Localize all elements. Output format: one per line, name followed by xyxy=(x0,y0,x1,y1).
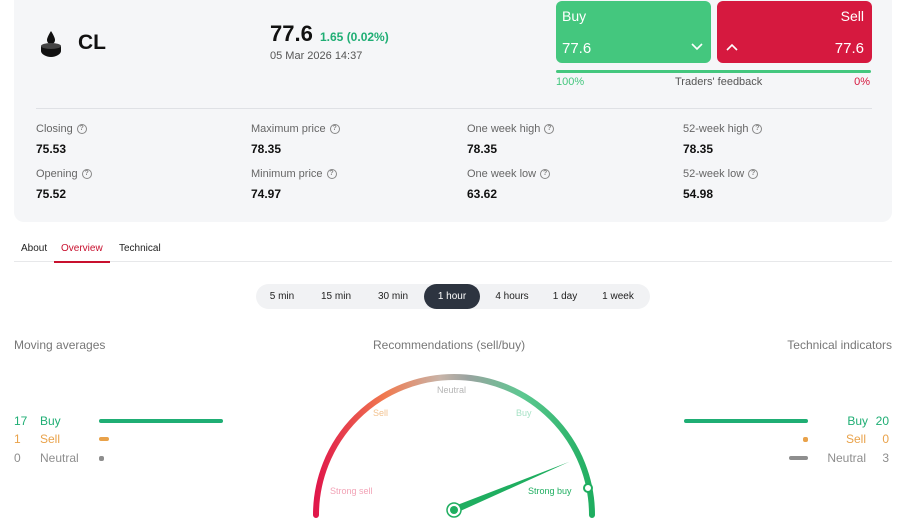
stat-closing: Closing? 75.53 xyxy=(36,123,236,156)
timeframe-30-min[interactable]: 30 min xyxy=(368,284,418,309)
stat-value: 78.35 xyxy=(683,142,714,156)
timeframe-selector: 5 min 15 min 30 min 1 hour 4 hours 1 day… xyxy=(256,284,650,309)
ti-buy-bar xyxy=(684,419,808,423)
info-icon[interactable]: ? xyxy=(748,169,759,179)
ma-neutral-bar xyxy=(99,456,104,461)
gauge-label-buy: Buy xyxy=(516,408,532,418)
buy-price: 77.6 xyxy=(562,40,592,57)
tab-overview[interactable]: Overview xyxy=(54,243,110,263)
stat-one-week-low: One week low? 63.62 xyxy=(467,168,667,201)
info-icon[interactable]: ? xyxy=(752,124,763,134)
chevron-down-icon xyxy=(691,43,703,51)
moving-averages-title: Moving averages xyxy=(14,338,106,352)
symbol-name: CL xyxy=(78,31,106,54)
gauge-pivot-center xyxy=(450,506,458,514)
recommendations-title: Recommendations (sell/buy) xyxy=(373,338,526,352)
tab-technical[interactable]: Technical xyxy=(112,243,168,261)
stat-label: One week low xyxy=(467,168,537,180)
ti-buy-label: Buy xyxy=(847,414,868,428)
traders-feedback-bar xyxy=(556,70,871,73)
stat-52-week-low: 52-week low? 54.98 xyxy=(683,168,883,201)
ma-buy-label: Buy xyxy=(40,414,61,428)
feedback-label: Traders' feedback xyxy=(675,76,763,88)
sell-button[interactable]: Sell 77.6 xyxy=(717,1,872,63)
stat-one-week-high: One week high? 78.35 xyxy=(467,123,667,156)
feedback-buy-percent: 100% xyxy=(556,76,585,88)
ma-buy-bar xyxy=(99,419,223,423)
traders-feedback-buy-fill xyxy=(556,70,871,73)
sell-price: 77.6 xyxy=(834,40,864,57)
ma-neutral-label: Neutral xyxy=(40,451,79,465)
stat-value: 63.62 xyxy=(467,187,498,201)
stat-maximum-price: Maximum price? 78.35 xyxy=(251,123,451,156)
buy-button[interactable]: Buy 77.6 xyxy=(556,1,711,63)
gauge-label-strong-buy: Strong buy xyxy=(528,486,572,496)
stat-52-week-high: 52-week high? 78.35 xyxy=(683,123,883,156)
stat-value: 78.35 xyxy=(251,142,282,156)
ma-sell-label: Sell xyxy=(40,432,61,446)
current-price: 77.6 xyxy=(270,21,313,46)
stat-label: Minimum price xyxy=(251,168,323,180)
ti-sell-bar xyxy=(803,437,808,442)
stat-value: 74.97 xyxy=(251,187,282,201)
ti-neutral-bar xyxy=(789,456,808,460)
gauge-end-marker xyxy=(583,483,593,493)
info-icon[interactable]: ? xyxy=(81,169,92,179)
timeframe-1-week[interactable]: 1 week xyxy=(592,284,644,309)
stat-label: One week high xyxy=(467,123,541,135)
ti-neutral-label: Neutral xyxy=(827,451,866,465)
stat-label: 52-week low xyxy=(683,168,745,180)
price-timestamp: 05 Mar 2026 14:37 xyxy=(270,50,363,62)
ti-sell-count: 0 xyxy=(882,432,889,446)
gauge-label-neutral: Neutral xyxy=(437,385,466,395)
stat-label: Opening xyxy=(36,168,78,180)
stat-label: Closing xyxy=(36,123,73,135)
recommendation-gauge: Strong sell Sell Neutral Buy Strong buy xyxy=(313,374,595,518)
stat-opening: Opening? 75.52 xyxy=(36,168,236,201)
stat-value: 54.98 xyxy=(683,187,714,201)
ma-buy-count: 17 xyxy=(14,414,28,428)
info-icon[interactable]: ? xyxy=(544,124,555,134)
sell-label: Sell xyxy=(840,8,864,24)
timeframe-4-hours[interactable]: 4 hours xyxy=(486,284,538,309)
ti-neutral-count: 3 xyxy=(882,451,889,465)
oil-drop-icon xyxy=(41,31,61,57)
chevron-up-icon xyxy=(726,43,738,51)
info-icon[interactable]: ? xyxy=(329,124,340,134)
technical-indicators-title: Technical indicators xyxy=(787,338,892,352)
timeframe-5-min[interactable]: 5 min xyxy=(260,284,304,309)
price-change: 1.65 (0.02%) xyxy=(320,30,389,44)
ti-buy-count: 20 xyxy=(875,414,889,428)
ma-sell-bar xyxy=(99,437,109,441)
timeframe-1-day[interactable]: 1 day xyxy=(544,284,586,309)
gauge-label-sell: Sell xyxy=(373,408,388,418)
ma-sell-count: 1 xyxy=(14,432,21,446)
tab-bar: About Overview Technical xyxy=(14,238,892,263)
info-icon[interactable]: ? xyxy=(76,124,87,134)
info-icon[interactable]: ? xyxy=(326,169,337,179)
stat-value: 75.52 xyxy=(36,187,67,201)
ma-neutral-count: 0 xyxy=(14,451,21,465)
feedback-sell-percent: 0% xyxy=(854,76,870,88)
stat-minimum-price: Minimum price? 74.97 xyxy=(251,168,451,201)
tab-about[interactable]: About xyxy=(14,243,54,261)
card-divider xyxy=(36,108,872,109)
stat-value: 78.35 xyxy=(467,142,498,156)
ti-sell-label: Sell xyxy=(845,432,866,446)
timeframe-1-hour[interactable]: 1 hour xyxy=(424,284,480,309)
stat-label: 52-week high xyxy=(683,123,749,135)
buy-label: Buy xyxy=(562,8,587,24)
info-icon[interactable]: ? xyxy=(540,169,551,179)
stat-value: 75.53 xyxy=(36,142,67,156)
stat-label: Maximum price xyxy=(251,123,326,135)
timeframe-15-min[interactable]: 15 min xyxy=(311,284,361,309)
gauge-label-strong-sell: Strong sell xyxy=(330,486,373,496)
